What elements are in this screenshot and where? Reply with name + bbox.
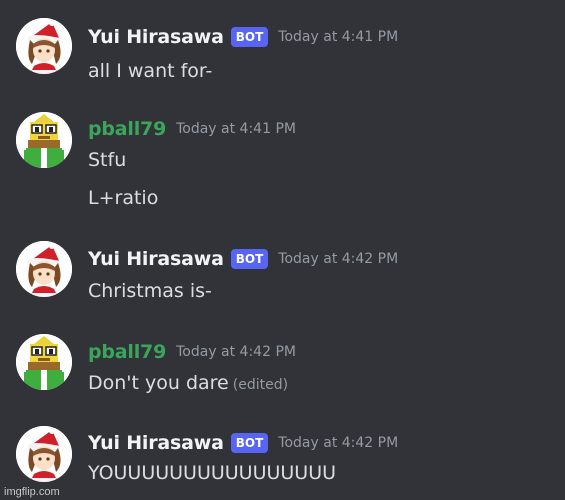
message-content: Stfu	[88, 149, 127, 171]
message-header: pball79 Today at 4:42 PM	[88, 339, 296, 365]
author-name[interactable]: Yui Hirasawa	[88, 432, 224, 454]
message-header: pball79 Today at 4:41 PM	[88, 116, 296, 142]
bot-badge: BOT	[230, 27, 269, 47]
yui-avatar-icon	[16, 426, 72, 482]
avatar[interactable]	[16, 426, 72, 482]
pball-avatar-icon	[16, 112, 72, 168]
message-content: YOUUUUUUUUUUUUUUUU	[88, 462, 337, 484]
message-timestamp[interactable]: Today at 4:42 PM	[278, 251, 398, 267]
avatar[interactable]	[16, 334, 72, 390]
chat-message-list: Yui Hirasawa BOT Today at 4:41 PM all I …	[0, 0, 565, 500]
avatar[interactable]	[16, 241, 72, 297]
message-content: Don't you dare (edited)	[88, 372, 288, 394]
message-content: Christmas is-	[88, 280, 212, 302]
message-timestamp[interactable]: Today at 4:42 PM	[176, 344, 296, 360]
edited-label: (edited)	[232, 377, 289, 393]
watermark-text: imgflip.com	[4, 486, 60, 498]
pball-avatar-icon	[16, 334, 72, 390]
message-header: Yui Hirasawa BOT Today at 4:42 PM	[88, 430, 398, 456]
author-name[interactable]: pball79	[88, 118, 166, 140]
message-header: Yui Hirasawa BOT Today at 4:42 PM	[88, 246, 398, 272]
yui-avatar-icon	[16, 241, 72, 297]
message-content: L+ratio	[88, 187, 159, 209]
author-name[interactable]: pball79	[88, 341, 166, 363]
message-header: Yui Hirasawa BOT Today at 4:41 PM	[88, 24, 398, 50]
message-timestamp[interactable]: Today at 4:41 PM	[278, 29, 398, 45]
author-name[interactable]: Yui Hirasawa	[88, 26, 224, 48]
message-content: all I want for-	[88, 60, 213, 82]
avatar[interactable]	[16, 112, 72, 168]
message-timestamp[interactable]: Today at 4:42 PM	[278, 435, 398, 451]
message-timestamp[interactable]: Today at 4:41 PM	[176, 121, 296, 137]
avatar[interactable]	[16, 18, 72, 74]
bot-badge: BOT	[230, 433, 269, 453]
bot-badge: BOT	[230, 249, 269, 269]
message-text: Don't you dare	[88, 372, 229, 394]
author-name[interactable]: Yui Hirasawa	[88, 248, 224, 270]
yui-avatar-icon	[16, 18, 72, 74]
